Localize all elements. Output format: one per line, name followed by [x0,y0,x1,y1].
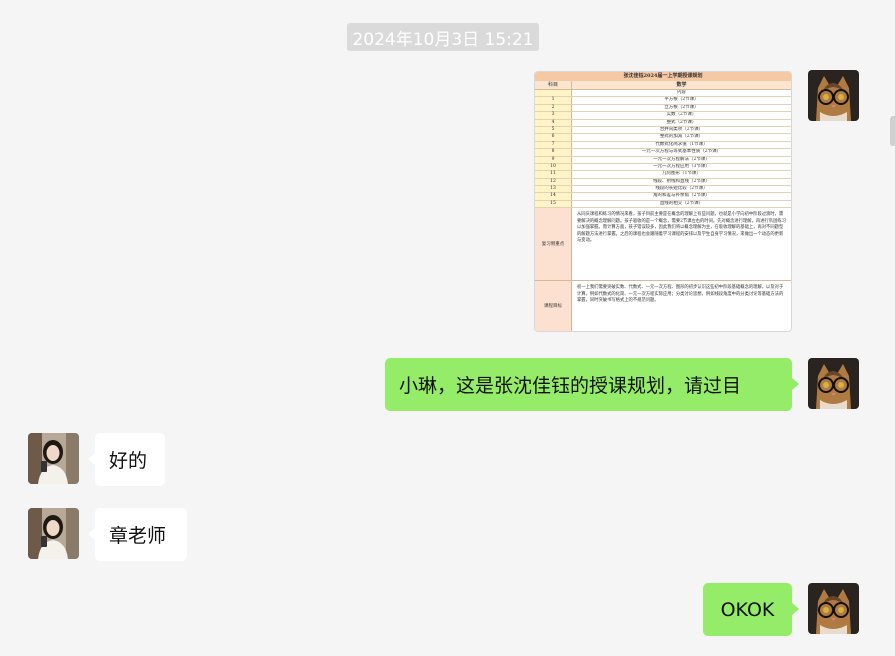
my-avatar-cat[interactable] [808,70,859,121]
document-row-number: 6 [535,134,572,141]
document-row-number: 14 [535,193,572,200]
document-table-row: 11 几何图形（1节课） [535,171,791,179]
document-table-row: 8 一元一次方程与等式基本性质（2节课） [535,149,791,157]
document-table-row: 1 平方根（2节课） [535,97,791,105]
document-row-topic: 整式的加减（2节课） [659,134,704,140]
document-title: 张沈佳钰2024届一上学期授课规划 [535,72,791,81]
document-row-topic: 平方根（2节课） [664,97,699,103]
scrollbar-handle[interactable] [890,116,895,146]
document-goal-block: 课程目标 初一上我们需要突破实数、代数式、一元一次方程、图形的初步认识这些初中阶… [535,281,791,331]
message-bubble-sent[interactable]: OKOK [703,583,799,636]
message-bubble-received[interactable]: 章老师 [88,508,187,561]
document-row-number: 7 [535,141,572,149]
document-col-math: 数学 [676,82,687,88]
document-table-row: 14 角的和差与补余角（2节课） [535,193,791,201]
my-avatar-cat[interactable] [808,583,859,634]
document-row-number: 15 [535,200,572,208]
document-table-row: 2 立方根（2节课） [535,104,791,113]
document-row-number: 12 [535,178,572,186]
document-table-row: 3 实数（2节课） [535,112,791,120]
document-review-text: 从同庆课程和练习的情况来看，孩子目前主要是在概念的理解上有些问题，也就是小学向初… [577,212,786,244]
document-table-row: 12 线段、射线和直线（2节课） [535,178,791,187]
document-table-row: 7 代数式化简求值（1节课） [535,141,791,150]
document-review-label: 复习侧重点 [535,208,572,281]
document-row-topic: 实数（2节课） [666,112,697,118]
document-table-row: 9 一元一次方程解法（2节课） [535,156,791,164]
document-row-topic: 代数式化简求值（1节课） [655,141,708,147]
document-row-number: 9 [535,156,572,163]
message-bubble-received[interactable]: 好的 [88,433,165,486]
person-avatar-icon [28,433,79,484]
cat-avatar-icon [808,583,859,634]
document-row-topic: 角的和差与补余角（2节课） [653,193,710,199]
document-row-number: 10 [535,163,572,171]
document-goal-text: 初一上我们需要突破实数、代数式、一元一次方程、图形的初步认识这些初中阶段基础概念… [577,285,784,304]
document-row-topic: 合并同类项（2节课） [659,126,704,132]
cat-avatar-icon [808,358,859,409]
document-row-topic: 立方根（2节课） [664,104,699,110]
document-table-row: 5 合并同类项（2节课） [535,126,791,135]
document-row-topic: 直线的相交（2节课） [659,200,704,206]
document-row-number: 2 [535,104,572,112]
document-goal-label: 课程目标 [535,281,572,331]
document-table-row: 13 线段的长短比较（2节课） [535,186,791,194]
message-bubble-sent[interactable]: 小琳，这是张沈佳钰的授课规划，请过目 [385,358,799,411]
document-row-topic: 一元一次方程与等式基本性质（2节课） [641,149,722,155]
document-row-number: 4 [535,119,572,126]
document-image-message[interactable]: 张沈佳钰2024届一上学期授课规划 科目 数学 内容 1 平方根（2节课） 2 立方根… [534,71,792,332]
document-header-row: 科目 数学 [535,81,791,90]
document-row-number: 13 [535,186,572,193]
document-row-topic: 几何图形（1节课） [662,171,701,177]
document-row-number: 5 [535,126,572,134]
document-section-label: 内容 [677,90,686,95]
message-timestamp: 2024年10月3日 15:21 [347,23,539,51]
my-avatar-cat[interactable] [808,358,859,409]
document-row-topic: 线段的长短比较（2节课） [655,186,708,192]
document-row-topic: 线段、射线和直线（2节课） [653,178,710,184]
document-col-subject: 科目 [535,81,572,89]
document-row-topic: 一元一次方程解法（2节课） [653,156,710,162]
person-avatar-icon [28,508,79,559]
document-row-number: 3 [535,112,572,119]
document-row-number: 1 [535,97,572,104]
cat-avatar-icon [808,70,859,121]
document-row-number: 8 [535,149,572,156]
document-row-number: 11 [535,171,572,178]
document-table-row: 6 整式的加减（2节课） [535,134,791,142]
document-table-row: 15 直线的相交（2节课） [535,200,791,209]
document-section-row: 内容 [535,90,791,98]
contact-avatar[interactable] [28,508,79,559]
document-row-topic: 整式（2节课） [666,119,697,125]
document-table-row: 10 一元一次方程应用（3节课） [535,163,791,172]
contact-avatar[interactable] [28,433,79,484]
document-table-row: 4 整式（2节课） [535,119,791,127]
document-review-block: 复习侧重点 从同庆课程和练习的情况来看，孩子目前主要是在概念的理解上有些问题，也… [535,208,791,282]
document-row-topic: 一元一次方程应用（3节课） [653,163,710,169]
